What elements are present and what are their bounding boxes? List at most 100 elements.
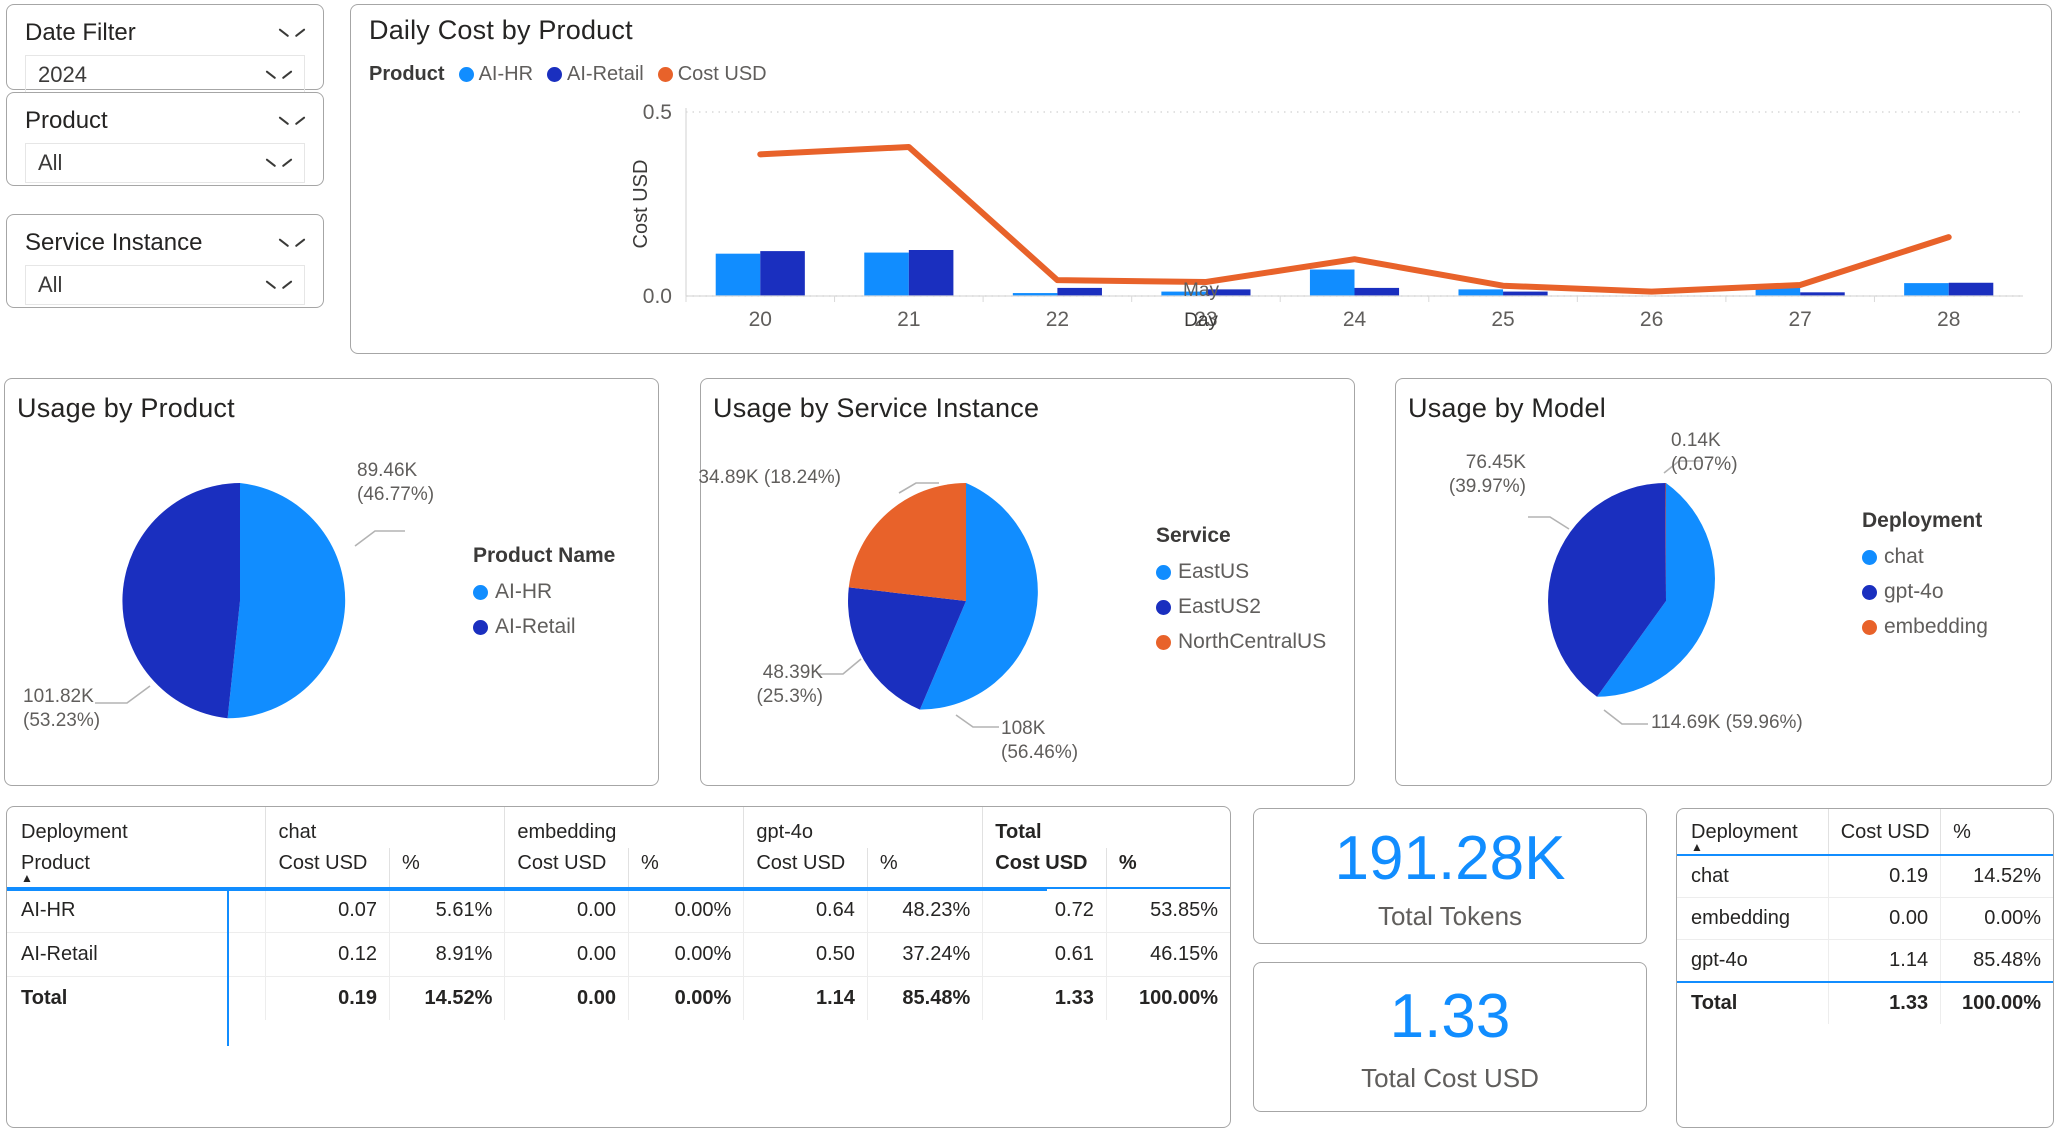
chevron-down-icon[interactable] [266, 156, 292, 170]
deployment-row-cost: 0.00 [1827, 897, 1941, 940]
slicer-date-filter-header[interactable]: Date Filter [7, 5, 323, 55]
slicer-date-filter[interactable]: Date Filter 2024 [6, 4, 324, 95]
kpi-value: 191.28K [1334, 824, 1566, 893]
legend-item-chat[interactable]: chat [1862, 545, 1988, 569]
chart-usage-by-model[interactable]: Usage by Model 0.14K (0.07%) 76.45K (39.… [1395, 378, 2052, 786]
sort-ascending-icon[interactable]: ▲ [21, 872, 253, 884]
legend-item-ai-hr[interactable]: AI-HR [458, 63, 533, 86]
pie-legend: Service EastUS EastUS2 NorthCentralUS [1156, 524, 1326, 665]
sort-ascending-icon[interactable]: ▲ [1691, 841, 1818, 853]
matrix-cell: 1.33 [982, 976, 1107, 1020]
deployment-table-row[interactable]: gpt-4o 1.14 85.48% [1677, 939, 2053, 982]
pie-callout-leader-line [955, 714, 999, 728]
slicer-service-instance[interactable]: Service Instance All [6, 214, 324, 308]
legend-item-gpt-4o[interactable]: gpt-4o [1862, 580, 1988, 604]
legend-label: EastUS2 [1178, 595, 1261, 618]
x-axis-title: Day [1184, 310, 1218, 331]
matrix-cell: 53.85% [1105, 887, 1230, 933]
legend-item-embedding[interactable]: embedding [1862, 615, 1988, 639]
chevron-down-icon[interactable] [266, 278, 292, 292]
chevron-down-icon[interactable] [279, 236, 305, 250]
chevron-down-icon[interactable] [279, 114, 305, 128]
matrix-subheader-cost-usd[interactable]: Cost USD [504, 848, 629, 888]
deployment-table-row[interactable]: Total 1.33 100.00% [1677, 981, 2053, 1024]
chart-usage-by-product[interactable]: Usage by Product 89.46K (46.77%) 101.82K… [4, 378, 659, 786]
legend-swatch-icon [547, 67, 563, 82]
legend-swatch-icon [473, 619, 488, 635]
pie-callout-gpt-4o: 76.45K (39.97%) [1386, 451, 1526, 499]
matrix-group-header[interactable]: embedding [504, 807, 744, 848]
matrix-subheader-cost-usd[interactable]: Cost USD [265, 848, 390, 888]
legend-label: AI-Retail [567, 63, 644, 85]
deployment-header-name[interactable]: Deployment ▲ [1677, 809, 1828, 855]
deployment-table-row[interactable]: embedding 0.00 0.00% [1677, 897, 2053, 940]
matrix-corner-product[interactable]: Product ▲ [7, 848, 266, 888]
slicer-product-header[interactable]: Product [7, 93, 323, 143]
chart-legend: Product AI-HR AI-Retail Cost USD [369, 63, 781, 86]
matrix-cell: 0.64 [743, 887, 868, 933]
pie-callout-leader-line [1528, 516, 1570, 530]
matrix-cell: 0.00 [504, 932, 629, 977]
legend-title: Product Name [473, 544, 616, 567]
table-cost-by-deployment[interactable]: Deployment ▲ Cost USD% chat 0.19 14.52% embedd… [1676, 808, 2054, 1128]
legend-label: EastUS [1178, 560, 1250, 583]
matrix-cell: 0.50 [743, 932, 868, 977]
pie-callout-chat: 114.69K (59.96%) [1651, 712, 1803, 733]
matrix-group-header[interactable]: gpt-4o [743, 807, 983, 848]
kpi-total-tokens[interactable]: 191.28K Total Tokens [1253, 808, 1647, 944]
legend-swatch-icon [1156, 634, 1171, 650]
slicer-service-instance-dropdown[interactable]: All [25, 265, 305, 305]
legend-label: NorthCentralUS [1178, 630, 1327, 653]
matrix-corner-deployment: Deployment [21, 821, 128, 843]
matrix-subheader-percent[interactable]: % [1105, 848, 1230, 888]
callout-value: 76.45K [1465, 452, 1526, 473]
legend-item-ai-retail[interactable]: AI-Retail [547, 63, 644, 86]
legend-item-eastus2[interactable]: EastUS2 [1156, 595, 1326, 619]
chart-daily-cost-by-product[interactable]: Daily Cost by Product Product AI-HR AI-R… [350, 4, 2052, 354]
deployment-row-name: gpt-4o [1677, 939, 1829, 982]
deployment-header-cost[interactable]: Cost USD [1827, 809, 1941, 855]
matrix-cost-by-deployment-product[interactable]: Deployment chat embedding gpt-4o Total Produc… [6, 806, 1231, 1128]
pie-slice-northcentralus [848, 483, 966, 601]
x-axis-month-label: May [1183, 280, 1219, 301]
powerbi-report-canvas: Date Filter 2024 Product All Service Ins… [0, 0, 2059, 1134]
legend-label: AI-HR [495, 580, 553, 603]
deployment-row-cost: 1.33 [1827, 981, 1941, 1024]
matrix-group-header[interactable]: chat [265, 807, 505, 848]
matrix-subheader-percent[interactable]: % [866, 848, 983, 888]
chevron-down-icon[interactable] [279, 26, 305, 40]
deployment-header-percent[interactable]: % [1940, 809, 2053, 855]
legend-item-ai-hr[interactable]: AI-HR [473, 580, 615, 604]
matrix-group-header[interactable]: Total [982, 807, 1230, 848]
deployment-row-cost: 0.19 [1827, 854, 1941, 898]
pie-callout-embedding: 0.14K (0.07%) [1671, 429, 1738, 477]
chevron-down-icon[interactable] [266, 68, 292, 82]
slicer-product-dropdown[interactable]: All [25, 143, 305, 183]
legend-swatch-icon [1862, 584, 1877, 600]
legend-item-cost-usd[interactable]: Cost USD [657, 63, 767, 86]
matrix-cell: 85.48% [866, 976, 983, 1020]
matrix-subheader-cost-usd[interactable]: Cost USD [982, 848, 1107, 888]
slicer-date-filter-dropdown[interactable]: 2024 [25, 55, 305, 95]
kpi-total-cost-usd[interactable]: 1.33 Total Cost USD [1253, 962, 1647, 1112]
legend-label: AI-Retail [495, 615, 576, 638]
matrix-cell: 0.12 [265, 932, 390, 977]
matrix-subheader-percent[interactable]: % [627, 848, 744, 888]
legend-item-northcentralus[interactable]: NorthCentralUS [1156, 630, 1326, 654]
matrix-row[interactable]: AI-HR 0.07 5.61% 0.00 0.00% 0.64 48.23% 0.72 53.… [7, 887, 1230, 933]
deployment-table[interactable]: Deployment ▲ Cost USD% chat 0.19 14.52% embedd… [1677, 809, 2053, 1024]
deployment-table-row[interactable]: chat 0.19 14.52% [1677, 854, 2053, 898]
matrix-subheader-cost-usd[interactable]: Cost USD [743, 848, 868, 888]
matrix-cell: 0.00% [627, 887, 744, 933]
matrix-subheader-percent[interactable]: % [389, 848, 505, 888]
legend-item-ai-retail[interactable]: AI-Retail [473, 615, 615, 639]
matrix-table[interactable]: Deployment chat embedding gpt-4o Total Produc… [7, 807, 1230, 1020]
legend-item-eastus[interactable]: EastUS [1156, 560, 1326, 584]
callout-value: 108K [1001, 718, 1046, 739]
slicer-service-instance-header[interactable]: Service Instance [7, 215, 323, 265]
matrix-row[interactable]: Total 0.19 14.52% 0.00 0.00% 1.14 85.48% 1.33 10… [7, 976, 1230, 1020]
pie-legend: Deployment chat gpt-4o embedding [1862, 509, 1988, 650]
chart-usage-by-service-instance[interactable]: Usage by Service Instance 34.89K (18.24%… [698, 378, 1355, 786]
matrix-row[interactable]: AI-Retail 0.12 8.91% 0.00 0.00% 0.50 37.24% 0.6… [7, 932, 1230, 977]
slicer-product[interactable]: Product All [6, 92, 324, 186]
